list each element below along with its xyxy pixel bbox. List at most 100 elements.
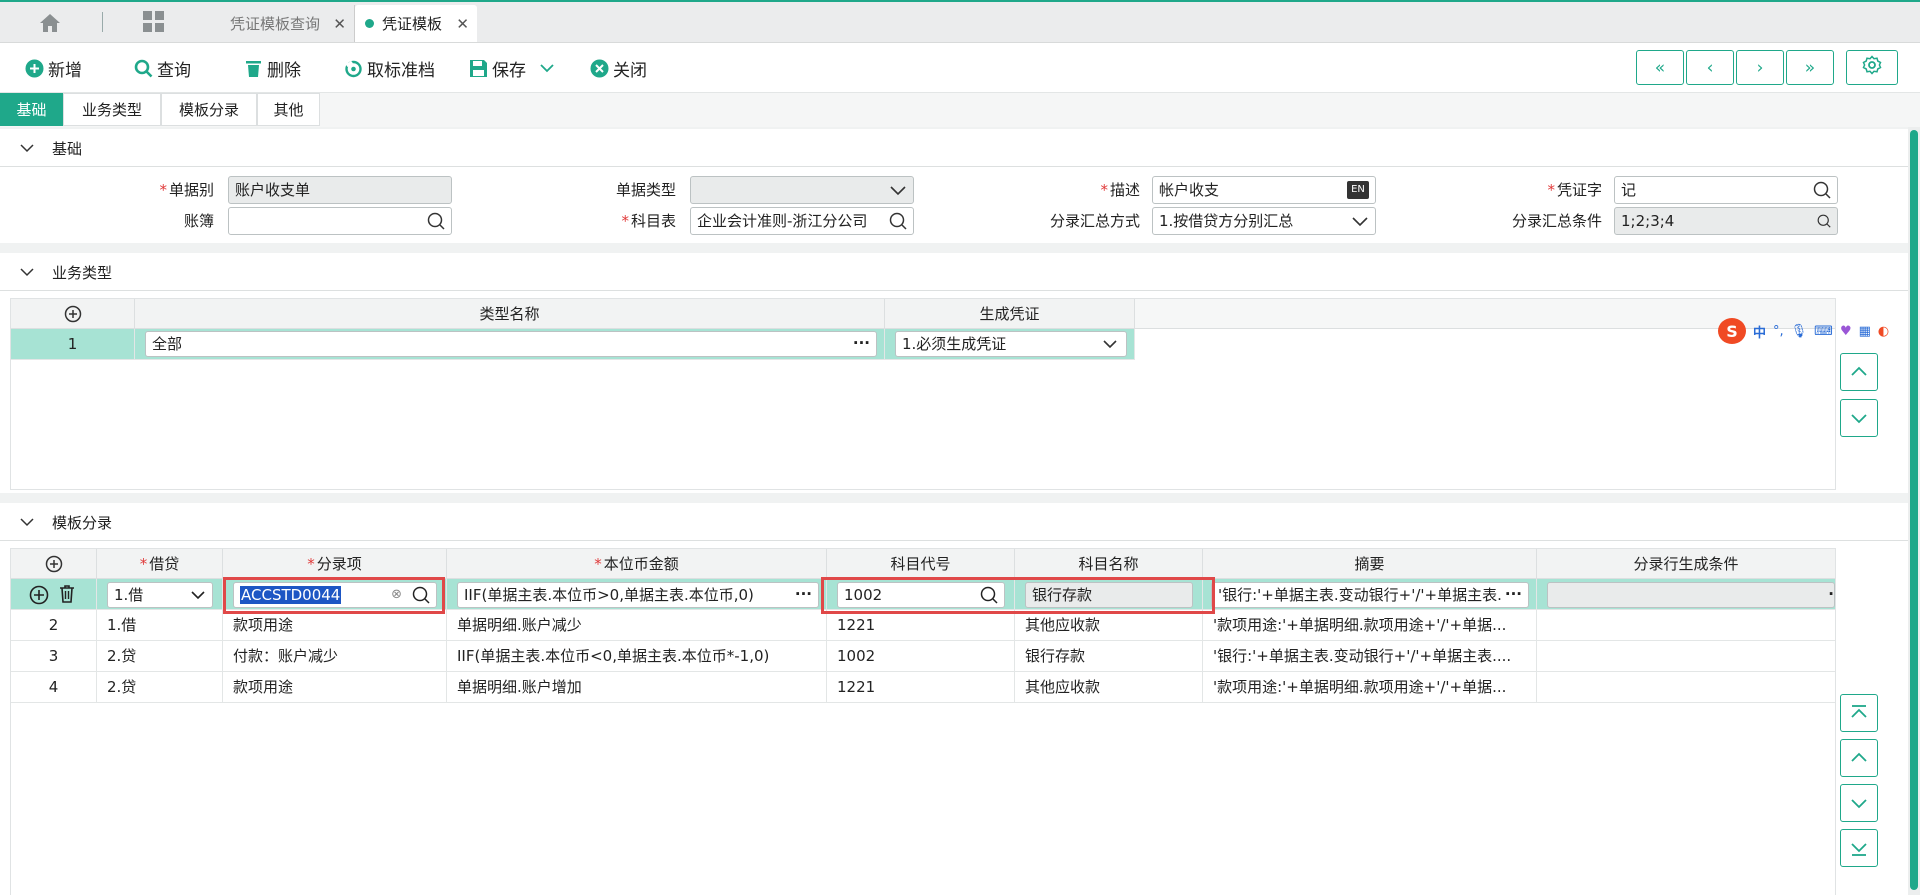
entry-item-cell[interactable]: 款项用途	[223, 672, 447, 703]
scrollbar-thumb[interactable]	[1910, 130, 1918, 890]
chevron-down-icon[interactable]	[540, 58, 554, 78]
save-button[interactable]: 保存	[469, 56, 554, 81]
amount-cell[interactable]: 单据明细.账户减少	[447, 610, 827, 641]
col-summary[interactable]: 摘要	[1203, 549, 1537, 579]
basic-header[interactable]: 基础	[0, 129, 1908, 167]
amount-input[interactable]: IIF(单据主表.本位币>0,单据主表.本位币,0) ···	[457, 582, 819, 608]
amount-cell[interactable]: 单据明细.账户增加	[447, 672, 827, 703]
summary-method-select[interactable]: 1.按借贷方分别汇总	[1152, 207, 1376, 235]
account-code-cell[interactable]: 1002	[827, 641, 1015, 672]
summary-cell[interactable]: '银行:'+单据主表.变动银行+'/'+单据主表. ···	[1203, 579, 1537, 610]
doc-type-field[interactable]: 账户收支单	[228, 176, 452, 204]
gen-condition-cell[interactable]: ·	[1537, 579, 1835, 610]
type-name-input[interactable]: 全部 ···	[145, 331, 877, 357]
summary-cond-input[interactable]: 1;2;3;4	[1614, 207, 1838, 235]
move-up-button[interactable]	[1840, 353, 1878, 391]
gen-condition-input[interactable]: ·	[1547, 582, 1835, 608]
search-icon[interactable]	[889, 212, 907, 230]
prev-record-button[interactable]: ‹	[1686, 50, 1734, 85]
tab-business-type[interactable]: 业务类型	[63, 93, 161, 126]
col-entry-item[interactable]: * 分录项	[223, 549, 447, 579]
col-gen-condition[interactable]: 分录行生成条件	[1537, 549, 1835, 579]
home-icon[interactable]	[36, 10, 64, 36]
tab-voucher-template[interactable]: 凭证模板 ✕	[355, 5, 477, 42]
chart-input[interactable]: 企业会计准则-浙江分公司	[690, 207, 914, 235]
debit-credit-cell[interactable]: 1.借	[97, 579, 223, 610]
col-debit-credit[interactable]: * 借贷	[97, 549, 223, 579]
close-icon[interactable]: ✕	[333, 15, 346, 33]
close-icon[interactable]: ✕	[456, 15, 469, 33]
gen-condition-cell[interactable]	[1537, 610, 1835, 641]
col-amount[interactable]: * 本位币金额	[447, 549, 827, 579]
col-type-name[interactable]: 类型名称	[135, 299, 885, 329]
summary-cell[interactable]: '银行:'+单据主表.变动银行+'/'+单据主表....	[1203, 641, 1537, 672]
business-type-header[interactable]: 业务类型	[0, 253, 1908, 291]
debit-credit-cell[interactable]: 1.借	[97, 610, 223, 641]
query-button[interactable]: 查询	[134, 56, 191, 81]
punctuation-icon[interactable]: °,	[1773, 324, 1784, 339]
debit-credit-cell[interactable]: 2.贷	[97, 641, 223, 672]
add-row-button[interactable]	[11, 549, 97, 579]
trash-icon[interactable]	[57, 584, 77, 604]
gen-condition-cell[interactable]	[1537, 672, 1835, 703]
move-bottom-button[interactable]	[1840, 829, 1878, 867]
apps-grid-icon[interactable]	[142, 10, 168, 36]
tab-voucher-template-query[interactable]: 凭证模板查询 ✕	[220, 5, 355, 42]
table-row[interactable]: 全部 ···	[135, 329, 885, 360]
amount-cell[interactable]: IIF(单据主表.本位币>0,单据主表.本位币,0) ···	[447, 579, 827, 610]
bill-type-select[interactable]	[690, 176, 914, 204]
template-entries-header[interactable]: 模板分录	[0, 503, 1908, 541]
move-down-button[interactable]	[1840, 399, 1878, 437]
debit-credit-cell[interactable]: 2.贷	[97, 672, 223, 703]
last-record-button[interactable]: »	[1786, 50, 1834, 85]
entry-item-cell[interactable]: 款项用途	[223, 610, 447, 641]
move-down-button[interactable]	[1840, 784, 1878, 822]
microphone-icon[interactable]: 🎙	[1791, 324, 1808, 339]
summary-cell[interactable]: '款项用途:'+单据明细.款项用途+'/'+单据...	[1203, 610, 1537, 641]
col-account-name[interactable]: 科目名称	[1015, 549, 1203, 579]
ime-mode[interactable]: 中	[1753, 322, 1766, 341]
close-button[interactable]: 关闭	[590, 56, 647, 81]
debit-credit-select[interactable]: 1.借	[107, 582, 213, 608]
keyboard-icon[interactable]: ⌨	[1814, 324, 1833, 339]
search-icon[interactable]	[1817, 214, 1831, 228]
col-generate-voucher[interactable]: 生成凭证	[885, 299, 1135, 329]
tab-basic[interactable]: 基础	[0, 93, 63, 126]
delete-button[interactable]: 删除	[244, 56, 301, 81]
account-code-cell[interactable]: 1221	[827, 672, 1015, 703]
entry-item-cell[interactable]: 付款：账户减少	[223, 641, 447, 672]
generate-voucher-cell[interactable]: 1.必须生成凭证	[885, 329, 1135, 360]
search-icon[interactable]	[1813, 181, 1831, 199]
tab-other[interactable]: 其他	[257, 93, 320, 126]
more-icon[interactable]: ···	[853, 332, 870, 355]
voucher-word-input[interactable]: 记	[1614, 176, 1838, 204]
more-icon[interactable]: ···	[1504, 583, 1522, 606]
toolbox-icon[interactable]: ▦	[1859, 324, 1871, 339]
generate-voucher-select[interactable]: 1.必须生成凭证	[895, 331, 1127, 357]
first-record-button[interactable]: «	[1636, 50, 1684, 85]
summary-cell[interactable]: '款项用途:'+单据明细.款项用途+'/'+单据...	[1203, 672, 1537, 703]
summary-input[interactable]: '银行:'+单据主表.变动银行+'/'+单据主表. ···	[1211, 582, 1529, 608]
next-record-button[interactable]: ›	[1736, 50, 1784, 85]
more-icon[interactable]: ···	[794, 583, 812, 606]
add-button[interactable]: 新增	[25, 56, 82, 81]
desc-input[interactable]: 帐户收支 EN	[1152, 176, 1376, 204]
ime-toolbar[interactable]: S 中 °, 🎙 ⌨ ♥ ▦ ◐	[1718, 316, 1920, 346]
search-icon[interactable]	[427, 212, 445, 230]
amount-cell[interactable]: IIF(单据主表.本位币<0,单据主表.本位币*-1,0)	[447, 641, 827, 672]
plus-circle-icon[interactable]	[29, 585, 49, 605]
skin-icon[interactable]: ♥	[1840, 324, 1852, 339]
tab-template-entries[interactable]: 模板分录	[161, 93, 257, 126]
account-code-cell[interactable]: 1221	[827, 610, 1015, 641]
settings-button[interactable]	[1846, 50, 1898, 85]
move-up-button[interactable]	[1840, 739, 1878, 777]
game-icon[interactable]: ◐	[1878, 324, 1889, 339]
translate-icon[interactable]: EN	[1347, 181, 1369, 199]
col-account-code[interactable]: 科目代号	[827, 549, 1015, 579]
add-row-button[interactable]	[11, 299, 135, 329]
more-icon[interactable]: ·	[1828, 583, 1834, 606]
unarchive-button[interactable]: 取标准档	[344, 56, 435, 81]
gen-condition-cell[interactable]	[1537, 641, 1835, 672]
ledger-input[interactable]	[228, 207, 452, 235]
move-top-button[interactable]	[1840, 694, 1878, 732]
